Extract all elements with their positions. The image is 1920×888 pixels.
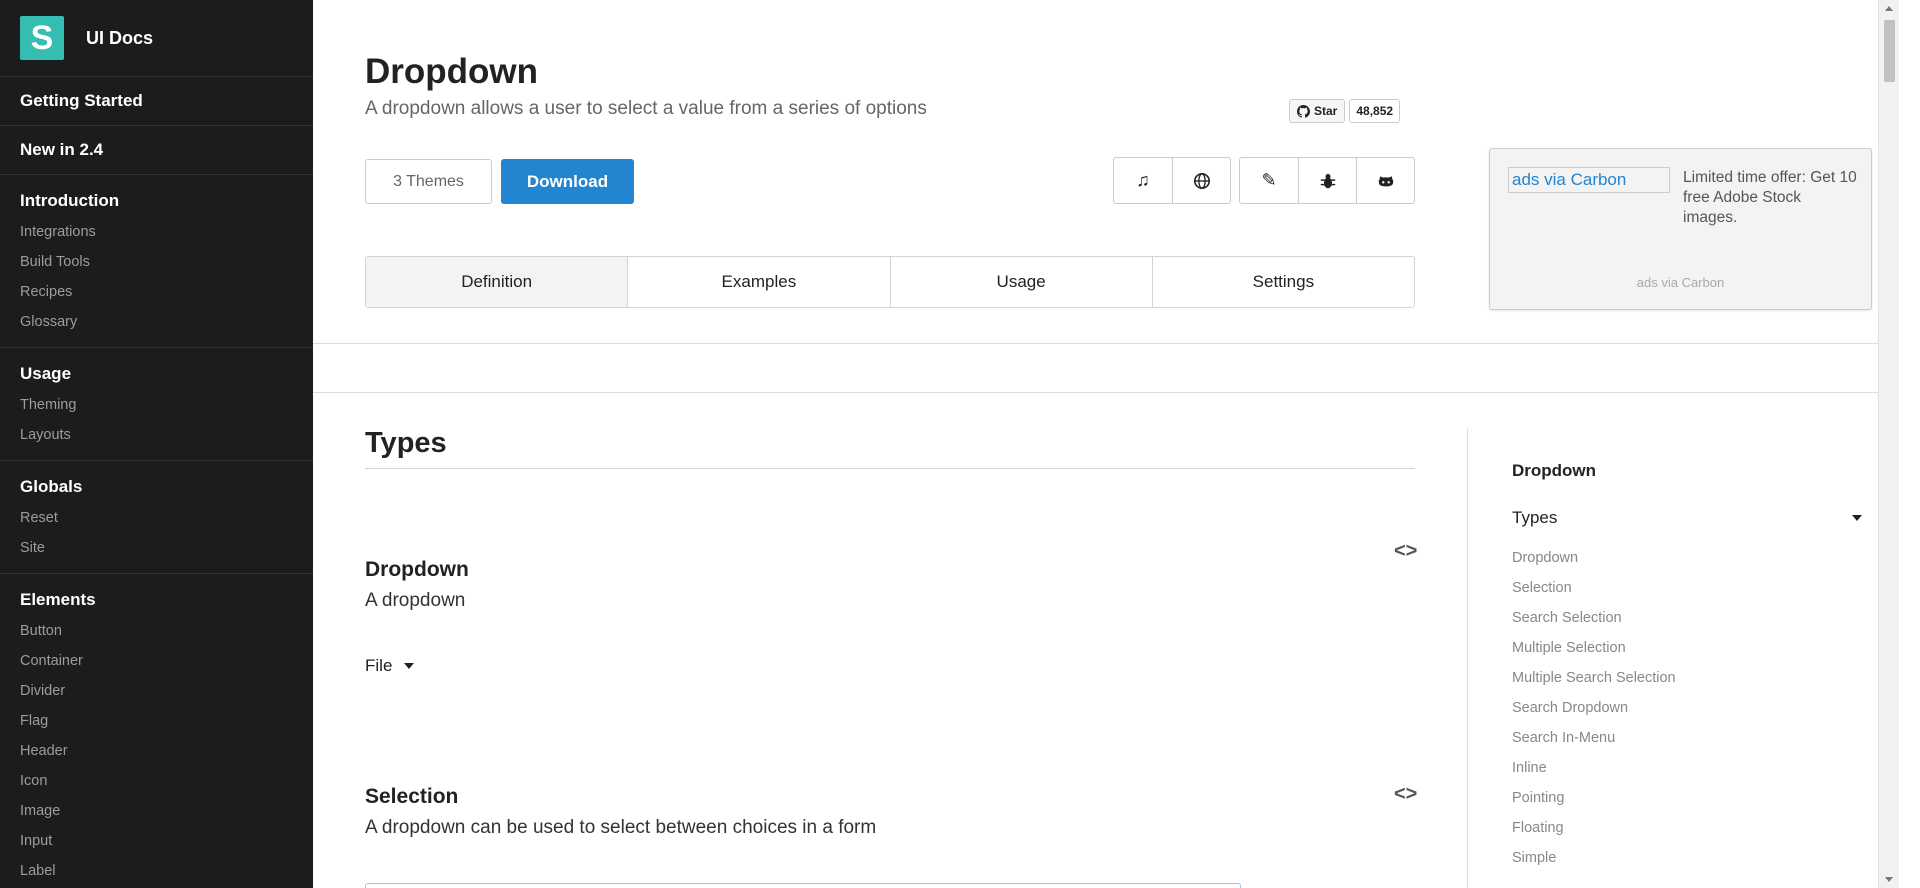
main-content: Dropdown A dropdown allows a user to sel… (313, 0, 1899, 888)
github-icon (1297, 104, 1310, 118)
nav-section-elements: Elements Button Container Divider Flag H… (0, 574, 313, 888)
bug-icon[interactable] (1298, 158, 1356, 203)
nav-item[interactable]: Label (20, 856, 313, 886)
header-divider-band (313, 343, 1899, 393)
toc-item[interactable]: Inline (1512, 753, 1676, 783)
github-alt-icon[interactable] (1356, 158, 1414, 203)
nav-item[interactable]: Image (20, 796, 313, 826)
scroll-down-icon[interactable] (1885, 877, 1893, 882)
page-title: Dropdown (365, 52, 539, 91)
scrollbar[interactable] (1878, 0, 1899, 888)
nav-section-introduction: Introduction Integrations Build Tools Re… (0, 175, 313, 348)
toc-item[interactable]: Multiple Search Selection (1512, 663, 1676, 693)
ad-image[interactable]: ads via Carbon (1508, 167, 1670, 193)
toc-item[interactable]: Pointing (1512, 783, 1676, 813)
nav-item[interactable]: Icon (20, 766, 313, 796)
tab-definition[interactable]: Definition (366, 257, 628, 307)
themes-button[interactable]: 3 Themes (365, 159, 492, 204)
nav-item[interactable]: Layouts (20, 420, 313, 450)
github-star-label: Star (1314, 104, 1338, 118)
nav-item[interactable]: Build Tools (20, 247, 313, 277)
nav-item[interactable]: Theming (20, 390, 313, 420)
edit-icon[interactable]: ✎ (1240, 158, 1298, 203)
nav-header[interactable]: Globals (20, 473, 313, 501)
nav-section-usage: Usage Theming Layouts (0, 348, 313, 461)
nav-item[interactable]: Header (20, 736, 313, 766)
example-title: Selection (365, 785, 459, 808)
code-icon[interactable]: <> (1394, 783, 1417, 806)
toc-section-header[interactable]: Types (1512, 508, 1862, 528)
nav-item[interactable]: Flag (20, 706, 313, 736)
nav-item[interactable]: Site (20, 533, 313, 563)
brand-name: UI Docs (86, 27, 154, 48)
github-star-widget: Star 48,852 (1289, 99, 1401, 123)
nav-item[interactable]: Container (20, 646, 313, 676)
ad-footer[interactable]: ads via Carbon (1490, 275, 1871, 290)
nav-item[interactable]: Input (20, 826, 313, 856)
nav-header[interactable]: Introduction (20, 187, 313, 215)
tab-settings[interactable]: Settings (1151, 257, 1414, 307)
nav-item[interactable]: Glossary (20, 307, 313, 337)
icon-group-media: ♫ (1113, 157, 1231, 204)
tab-usage[interactable]: Usage (889, 257, 1152, 307)
carbon-ad[interactable]: ads via Carbon Limited time offer: Get 1… (1489, 148, 1872, 310)
nav-item[interactable]: Integrations (20, 217, 313, 247)
nav-item[interactable]: Divider (20, 676, 313, 706)
toc-section-label: Types (1512, 508, 1558, 527)
toc-item[interactable]: Floating (1512, 813, 1676, 843)
toc-title[interactable]: Dropdown (1512, 461, 1596, 481)
toc-item[interactable]: Selection (1512, 573, 1676, 603)
nav-section-globals: Globals Reset Site (0, 461, 313, 574)
toc-item[interactable]: Multiple Selection (1512, 633, 1676, 663)
nav-item[interactable]: Button (20, 616, 313, 646)
nav-item[interactable]: Reset (20, 503, 313, 533)
ad-text[interactable]: Limited time offer: Get 10 free Adobe St… (1683, 168, 1858, 228)
toc-item[interactable]: Search Selection (1512, 603, 1676, 633)
page-subtitle: A dropdown allows a user to select a val… (365, 98, 927, 119)
nav-header[interactable]: Usage (20, 360, 313, 388)
caret-down-icon (1852, 515, 1862, 521)
scrollbar-thumb[interactable] (1884, 20, 1895, 82)
nav-getting-started[interactable]: Getting Started (0, 77, 313, 126)
caret-down-icon (404, 663, 415, 669)
table-of-contents: Dropdown Types Dropdown Selection Search… (1467, 428, 1899, 888)
music-icon[interactable]: ♫ (1114, 158, 1172, 203)
github-star-count[interactable]: 48,852 (1349, 99, 1401, 123)
code-icon[interactable]: <> (1394, 540, 1417, 563)
example-description: A dropdown can be used to select between… (365, 817, 877, 838)
nav-item[interactable]: Recipes (20, 277, 313, 307)
section-title: Types (365, 427, 1415, 469)
toc-item[interactable]: Search In-Menu (1512, 723, 1676, 753)
scroll-up-icon[interactable] (1885, 6, 1893, 11)
tab-menu: Definition Examples Usage Settings (365, 256, 1415, 308)
brand[interactable]: S UI Docs (0, 0, 313, 77)
example-title: Dropdown (365, 558, 469, 581)
dropdown-text: File (365, 656, 393, 675)
toc-item[interactable]: Search Dropdown (1512, 693, 1676, 723)
icon-group-actions: ✎ (1239, 157, 1415, 204)
sidebar: S UI Docs Getting Started New in 2.4 Int… (0, 0, 313, 888)
example-description: A dropdown (365, 590, 466, 611)
toc-list: Dropdown Selection Search Selection Mult… (1512, 543, 1676, 873)
toc-item[interactable]: Simple (1512, 843, 1676, 873)
nav-new-in[interactable]: New in 2.4 (0, 126, 313, 175)
globe-icon[interactable] (1172, 158, 1230, 203)
nav-header[interactable]: Elements (20, 586, 313, 614)
download-button[interactable]: Download (501, 159, 634, 204)
toc-item[interactable]: Dropdown (1512, 543, 1676, 573)
logo-icon: S (20, 16, 64, 60)
github-star-button[interactable]: Star (1289, 99, 1346, 123)
selection-dropdown[interactable] (365, 883, 1241, 888)
tab-examples[interactable]: Examples (627, 257, 889, 307)
file-dropdown[interactable]: File (365, 656, 415, 676)
